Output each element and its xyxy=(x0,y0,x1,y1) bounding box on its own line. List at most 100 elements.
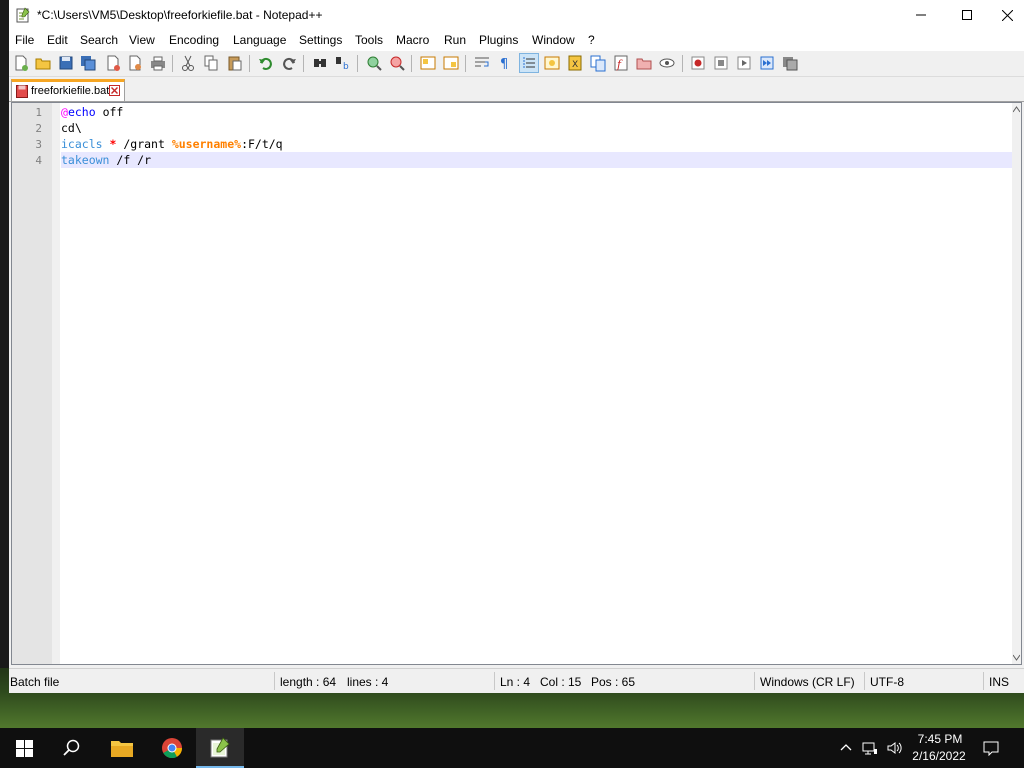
volume-icon[interactable] xyxy=(886,740,902,756)
chrome-icon xyxy=(162,738,183,759)
status-separator xyxy=(983,672,984,690)
clock-date[interactable]: 2/16/2022 xyxy=(906,749,972,763)
menu-window[interactable]: Window xyxy=(532,33,575,47)
stop-record-icon[interactable] xyxy=(712,54,730,72)
code-line[interactable]: cd\ xyxy=(61,120,1015,136)
status-language: Batch file xyxy=(10,675,60,689)
maximize-button[interactable] xyxy=(944,0,990,30)
start-button[interactable] xyxy=(0,728,48,768)
minimize-icon xyxy=(916,14,926,16)
doc-list-icon[interactable] xyxy=(589,54,607,72)
status-encoding: UTF-8 xyxy=(870,675,904,689)
svg-text:X: X xyxy=(572,60,578,70)
title-bar[interactable]: *C:\Users\VM5\Desktop\freeforkiefile.bat… xyxy=(9,0,1024,30)
save-icon[interactable] xyxy=(57,54,75,72)
scroll-down-icon[interactable] xyxy=(1013,654,1020,661)
folder-icon xyxy=(111,741,133,757)
redo-icon[interactable] xyxy=(280,54,298,72)
line-number: 4 xyxy=(35,154,42,167)
status-lines: lines : 4 xyxy=(347,675,389,689)
menu-plugins[interactable]: Plugins xyxy=(479,33,518,47)
menu-edit[interactable]: Edit xyxy=(47,33,68,47)
taskbar: 7:45 PM 2/16/2022 xyxy=(0,728,1024,768)
show-all-chars-icon[interactable]: ¶ xyxy=(496,54,514,72)
notepadpp-app-icon xyxy=(16,7,30,23)
close-icon xyxy=(1001,9,1013,21)
run-macro-multiple-icon[interactable] xyxy=(758,54,776,72)
taskbar-chrome[interactable] xyxy=(148,728,196,768)
close-file-icon[interactable] xyxy=(104,54,122,72)
scroll-up-icon[interactable] xyxy=(1013,106,1020,113)
menu-file[interactable]: File xyxy=(15,33,34,47)
record-macro-icon[interactable] xyxy=(689,54,707,72)
zoom-in-icon[interactable] xyxy=(365,54,383,72)
code-token: :F/t/q xyxy=(241,137,283,151)
unsaved-file-icon xyxy=(16,85,28,98)
menu-tools[interactable]: Tools xyxy=(355,33,383,47)
menu-settings[interactable]: Settings xyxy=(299,33,342,47)
show-hidden-icons-icon[interactable] xyxy=(838,740,854,756)
new-file-icon[interactable] xyxy=(12,54,30,72)
notepadpp-window: *C:\Users\VM5\Desktop\freeforkiefile.bat… xyxy=(9,0,1024,693)
open-file-icon[interactable] xyxy=(34,54,52,72)
monitoring-icon[interactable] xyxy=(658,54,676,72)
word-wrap-icon[interactable] xyxy=(473,54,491,72)
menu-view[interactable]: View xyxy=(129,33,155,47)
fold-margin[interactable] xyxy=(52,103,60,664)
user-define-lang-icon[interactable] xyxy=(543,54,561,72)
menu-search[interactable]: Search xyxy=(80,33,118,47)
code-line[interactable]: @echo off xyxy=(61,104,1015,120)
status-bar: Batch file length : 64 lines : 4 Ln : 4 … xyxy=(9,668,1024,693)
play-macro-icon[interactable] xyxy=(735,54,753,72)
minimize-button[interactable] xyxy=(898,0,944,30)
status-separator xyxy=(864,672,865,690)
search-icon xyxy=(63,739,80,756)
copy-icon[interactable] xyxy=(202,54,220,72)
menu-help[interactable]: ? xyxy=(588,33,595,47)
cut-icon[interactable] xyxy=(179,54,197,72)
editor-area[interactable]: 1 2 3 4 @echo off cd\ icacls * /grant %use… xyxy=(11,102,1022,665)
doc-map-icon[interactable]: X xyxy=(566,54,584,72)
menu-language[interactable]: Language xyxy=(233,33,286,47)
replace-icon[interactable]: b xyxy=(334,54,352,72)
clock-time[interactable]: 7:45 PM xyxy=(910,732,970,746)
toolbar-separator xyxy=(172,55,173,72)
code-token: @ xyxy=(61,105,68,119)
status-eol: Windows (CR LF) xyxy=(760,675,855,689)
folder-workspace-icon[interactable] xyxy=(635,54,653,72)
sync-horizontal-icon[interactable] xyxy=(442,54,460,72)
menu-run[interactable]: Run xyxy=(444,33,466,47)
status-length: length : 64 xyxy=(280,675,337,689)
code-token: %username% xyxy=(171,137,242,151)
network-icon[interactable] xyxy=(862,740,878,756)
save-macro-icon[interactable] xyxy=(781,54,799,72)
find-icon[interactable] xyxy=(311,54,329,72)
code-line[interactable]: icacls * /grant %username%:F/t/q xyxy=(61,136,1015,152)
code-token: /grant xyxy=(116,137,172,151)
notification-center-icon[interactable] xyxy=(983,740,999,756)
taskbar-file-explorer[interactable] xyxy=(98,728,146,768)
menu-encoding[interactable]: Encoding xyxy=(169,33,219,47)
code-line[interactable]: takeown /f /r xyxy=(61,152,1015,168)
window-title: *C:\Users\VM5\Desktop\freeforkiefile.bat… xyxy=(37,8,323,22)
tab-close-icon[interactable] xyxy=(109,85,120,96)
undo-icon[interactable] xyxy=(257,54,275,72)
tab-freeforkiefile[interactable]: freeforkiefile.bat xyxy=(11,79,125,101)
save-all-icon[interactable] xyxy=(79,54,97,72)
vertical-scrollbar[interactable] xyxy=(1012,103,1021,664)
function-list-icon[interactable]: f xyxy=(612,54,630,72)
toolbar-separator xyxy=(303,55,304,72)
print-icon[interactable] xyxy=(149,54,167,72)
menu-macro[interactable]: Macro xyxy=(396,33,429,47)
search-button[interactable] xyxy=(48,728,96,768)
paste-icon[interactable] xyxy=(226,54,244,72)
zoom-out-icon[interactable] xyxy=(388,54,406,72)
code-token: cd\ xyxy=(61,121,82,135)
close-window-button[interactable] xyxy=(990,0,1024,30)
tab-bar: freeforkiefile.bat xyxy=(9,77,1024,102)
close-all-icon[interactable] xyxy=(126,54,144,72)
code-token: echo xyxy=(67,105,96,119)
indent-guide-icon[interactable] xyxy=(519,53,539,73)
taskbar-notepadpp[interactable] xyxy=(196,728,244,768)
sync-vertical-icon[interactable] xyxy=(419,54,437,72)
